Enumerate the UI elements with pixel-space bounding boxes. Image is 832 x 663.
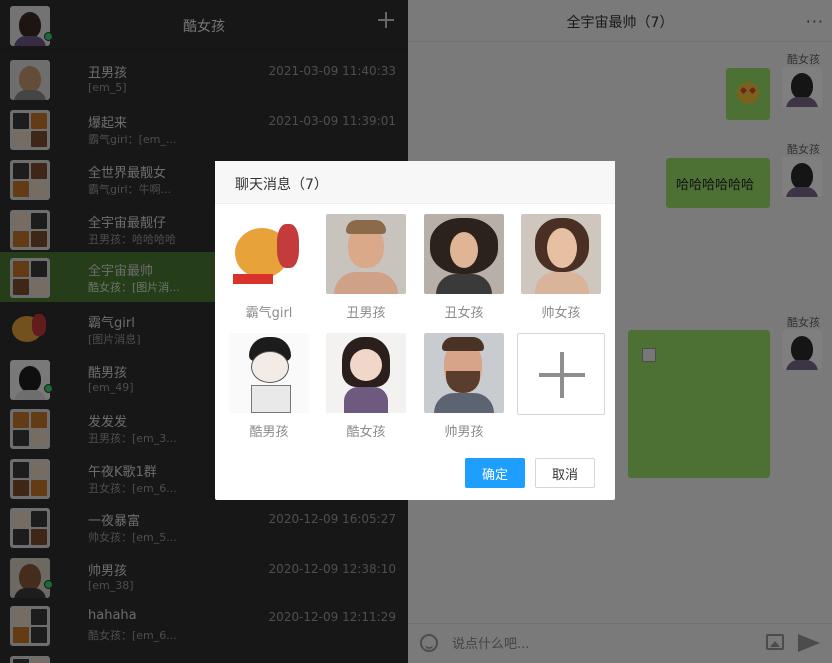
member-avatar [326,333,406,413]
member-name: 帅女孩 [541,306,581,321]
dialog-header: 聊天消息（7） [215,161,615,204]
confirm-button[interactable]: 确定 [465,458,525,488]
member-avatar [229,333,309,413]
member-tile[interactable]: 丑女孩 [420,214,508,321]
add-member-icon[interactable] [517,333,605,415]
member-avatar [424,333,504,413]
member-name: 丑男孩 [346,306,386,321]
dialog-title: 聊天消息（7） [235,177,328,193]
member-name: 帅男孩 [444,425,484,440]
member-avatar [424,214,504,294]
cancel-button[interactable]: 取消 [535,458,595,488]
member-tile[interactable]: 酷男孩 [225,333,313,440]
member-tile[interactable]: 帅男孩 [420,333,508,440]
member-avatar [521,214,601,294]
member-tile[interactable]: 丑男孩 [322,214,410,321]
member-name: 丑女孩 [444,306,484,321]
chat-members-dialog: 聊天消息（7） 霸气girl 丑男孩 丑女孩 帅女孩 酷男孩 酷女孩 帅男孩 确… [215,161,615,500]
member-tile[interactable]: 酷女孩 [322,333,410,440]
member-avatar [326,214,406,294]
member-name: 霸气girl [245,306,293,321]
member-tile[interactable]: 霸气girl [225,214,313,321]
member-tile[interactable]: 帅女孩 [517,214,605,321]
member-avatar [229,214,309,294]
member-name: 酷女孩 [346,425,386,440]
member-name: 酷男孩 [249,425,289,440]
